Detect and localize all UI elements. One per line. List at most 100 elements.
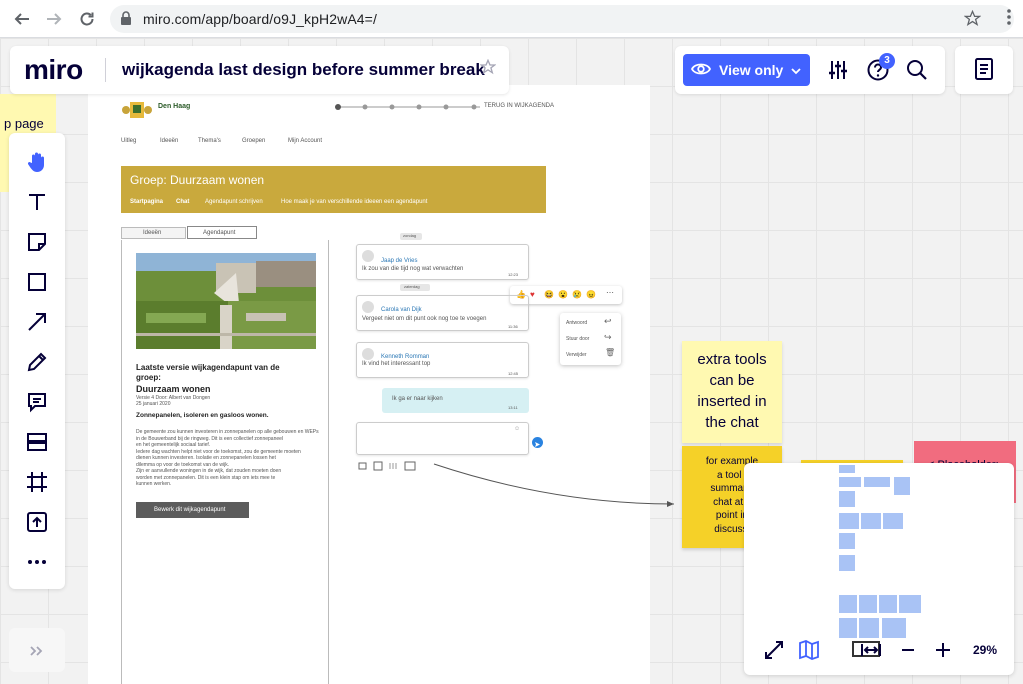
chat-author: Kenneth Romman xyxy=(381,354,430,360)
date-label: zondag xyxy=(403,233,417,238)
hand-icon[interactable] xyxy=(25,150,49,174)
article-meta-date: 25 januari 2020 xyxy=(136,401,171,407)
banner-title: Groep: Duurzaam wonen xyxy=(130,173,265,187)
fullscreen-icon[interactable] xyxy=(763,639,785,661)
nav-ideeen[interactable]: Ideeën xyxy=(160,138,178,144)
reply-icon: ↩ xyxy=(604,316,612,326)
send-icon[interactable] xyxy=(532,437,543,448)
city-name: Den Haag xyxy=(158,103,191,110)
nav-uitleg[interactable]: Uitleg xyxy=(121,138,136,144)
eye-icon xyxy=(690,62,712,79)
minimap-block xyxy=(882,618,906,638)
city-logo xyxy=(121,99,153,121)
connector-arrow[interactable] xyxy=(432,462,684,507)
search-icon[interactable] xyxy=(905,58,929,82)
group-banner: Groep: Duurzaam wonen Startpagina Chat A… xyxy=(121,166,546,213)
date-label: zaterdag xyxy=(404,284,420,289)
board-title[interactable]: wijkagenda last design before summer bre… xyxy=(122,60,485,80)
banner-link-howto[interactable]: Hoe maak je van verschillende ideeen een… xyxy=(281,199,427,205)
heart-icon[interactable]: ♥ xyxy=(530,290,535,299)
shape-icon[interactable] xyxy=(25,270,49,294)
chat-text: Ik zou van die tijd nog wat verwachten xyxy=(362,266,464,272)
arrow-icon[interactable] xyxy=(25,310,49,334)
own-chat-message[interactable]: Ik ga er naar kijken 13:11 xyxy=(382,388,529,413)
frame-icon[interactable] xyxy=(25,470,49,494)
menu-reply[interactable]: Antwoord xyxy=(566,320,587,326)
green-roof-photo xyxy=(136,253,316,349)
minimap-panel[interactable]: 29% xyxy=(744,463,1014,675)
minimap-block xyxy=(894,477,910,495)
text-icon[interactable] xyxy=(25,190,49,214)
zoom-in-icon[interactable] xyxy=(932,639,954,661)
board-tools-bar: View only 3 xyxy=(675,46,945,94)
pen-icon[interactable] xyxy=(25,350,49,374)
sticky-note-icon[interactable] xyxy=(25,230,49,254)
banner-link-start[interactable]: Startpagina xyxy=(130,199,163,205)
sticky-note-text: extra tools can be inserted in the chat xyxy=(697,351,767,431)
browser-menu-icon[interactable] xyxy=(1007,8,1011,31)
minimap-block xyxy=(839,555,855,571)
banner-link-chat[interactable]: Chat xyxy=(176,199,189,205)
chat-text: Ik vind het interessant top xyxy=(362,361,431,367)
board-canvas[interactable]: p page Den Haag TERUG IN WIJKAGENDA Uitl… xyxy=(0,38,1023,684)
upload-icon[interactable] xyxy=(25,510,49,534)
board-notes-button[interactable] xyxy=(955,46,1013,94)
avatar xyxy=(362,250,374,262)
emoji-icon[interactable]: ☺ xyxy=(514,426,520,432)
zoom-level[interactable]: 29% xyxy=(973,643,997,657)
chat-message[interactable]: Kenneth Romman Ik vind het interessant t… xyxy=(356,342,529,378)
forward-icon[interactable] xyxy=(43,8,65,30)
view-only-label: View only xyxy=(719,62,784,78)
minimap-block xyxy=(839,533,855,549)
minimap-block xyxy=(839,465,855,473)
article-heading: Laatste versie wijkagendapunt van de gro… xyxy=(136,363,280,382)
wow-icon[interactable]: 😮 xyxy=(558,290,568,299)
minimap-block xyxy=(839,595,857,613)
browser-chrome: miro.com/app/board/o9J_kpH2wA4=/ xyxy=(0,0,1023,38)
sticky-note-extra-tools[interactable]: extra tools can be inserted in the chat xyxy=(682,341,782,443)
nav-account[interactable]: Mijn Account xyxy=(288,138,322,144)
mockup-frame[interactable]: Den Haag TERUG IN WIJKAGENDA Uitleg Idee… xyxy=(88,85,650,684)
expand-panel-button[interactable] xyxy=(9,628,65,672)
article-title: Duurzaam wonen xyxy=(136,384,211,394)
tab-agendapunt[interactable]: Agendapunt xyxy=(187,226,257,239)
document-icon xyxy=(974,58,994,85)
progress-label: TERUG IN WIJKAGENDA xyxy=(484,103,555,109)
edit-agendapunt-button[interactable]: Bewerk dit wijkagendapunt xyxy=(136,502,249,518)
favorite-star-icon[interactable] xyxy=(479,58,497,80)
avatar xyxy=(362,301,374,313)
zoom-out-icon[interactable] xyxy=(897,639,919,661)
view-only-button[interactable]: View only xyxy=(683,54,810,86)
more-icon[interactable] xyxy=(25,550,49,574)
poll-icon xyxy=(389,463,397,469)
url-text: miro.com/app/board/o9J_kpH2wA4=/ xyxy=(143,11,377,27)
back-icon[interactable] xyxy=(11,8,33,30)
chat-message[interactable]: Carola van Dijk Vergeet niet om dit punt… xyxy=(356,295,529,331)
angry-icon[interactable]: 😠 xyxy=(586,290,596,299)
fit-to-screen-icon[interactable] xyxy=(860,639,882,661)
chat-date-chip: zaterdag xyxy=(400,284,430,291)
miro-logo[interactable]: miro xyxy=(24,54,83,86)
bookmark-star-icon[interactable] xyxy=(963,9,982,32)
laugh-icon[interactable]: 😆 xyxy=(544,290,554,299)
comment-icon[interactable] xyxy=(25,390,49,414)
avatar xyxy=(362,348,374,360)
left-toolbar xyxy=(9,133,65,589)
chat-message[interactable]: Jaap de Vries Ik zou van die tijd nog wa… xyxy=(356,244,529,280)
minimap-block xyxy=(839,491,855,507)
minimap-block xyxy=(879,595,897,613)
menu-delete[interactable]: Verwijder xyxy=(566,352,587,358)
nav-themas[interactable]: Thema's xyxy=(198,138,221,144)
settings-sliders-icon[interactable] xyxy=(826,58,850,82)
tab-ideeen[interactable]: Ideeën xyxy=(121,227,186,239)
menu-forward[interactable]: Stuur door xyxy=(566,336,589,342)
chat-input[interactable]: ☺ xyxy=(356,422,529,455)
reload-icon[interactable] xyxy=(76,8,98,30)
address-bar[interactable]: miro.com/app/board/o9J_kpH2wA4=/ xyxy=(110,5,1014,33)
banner-link-write[interactable]: Agendapunt schrijven xyxy=(205,199,263,205)
template-icon[interactable] xyxy=(25,430,49,454)
nav-groepen[interactable]: Groepen xyxy=(242,138,265,144)
sad-icon[interactable]: 😢 xyxy=(572,290,582,299)
map-icon[interactable] xyxy=(798,639,820,661)
more-reactions-icon[interactable]: ⋯ xyxy=(606,288,614,297)
